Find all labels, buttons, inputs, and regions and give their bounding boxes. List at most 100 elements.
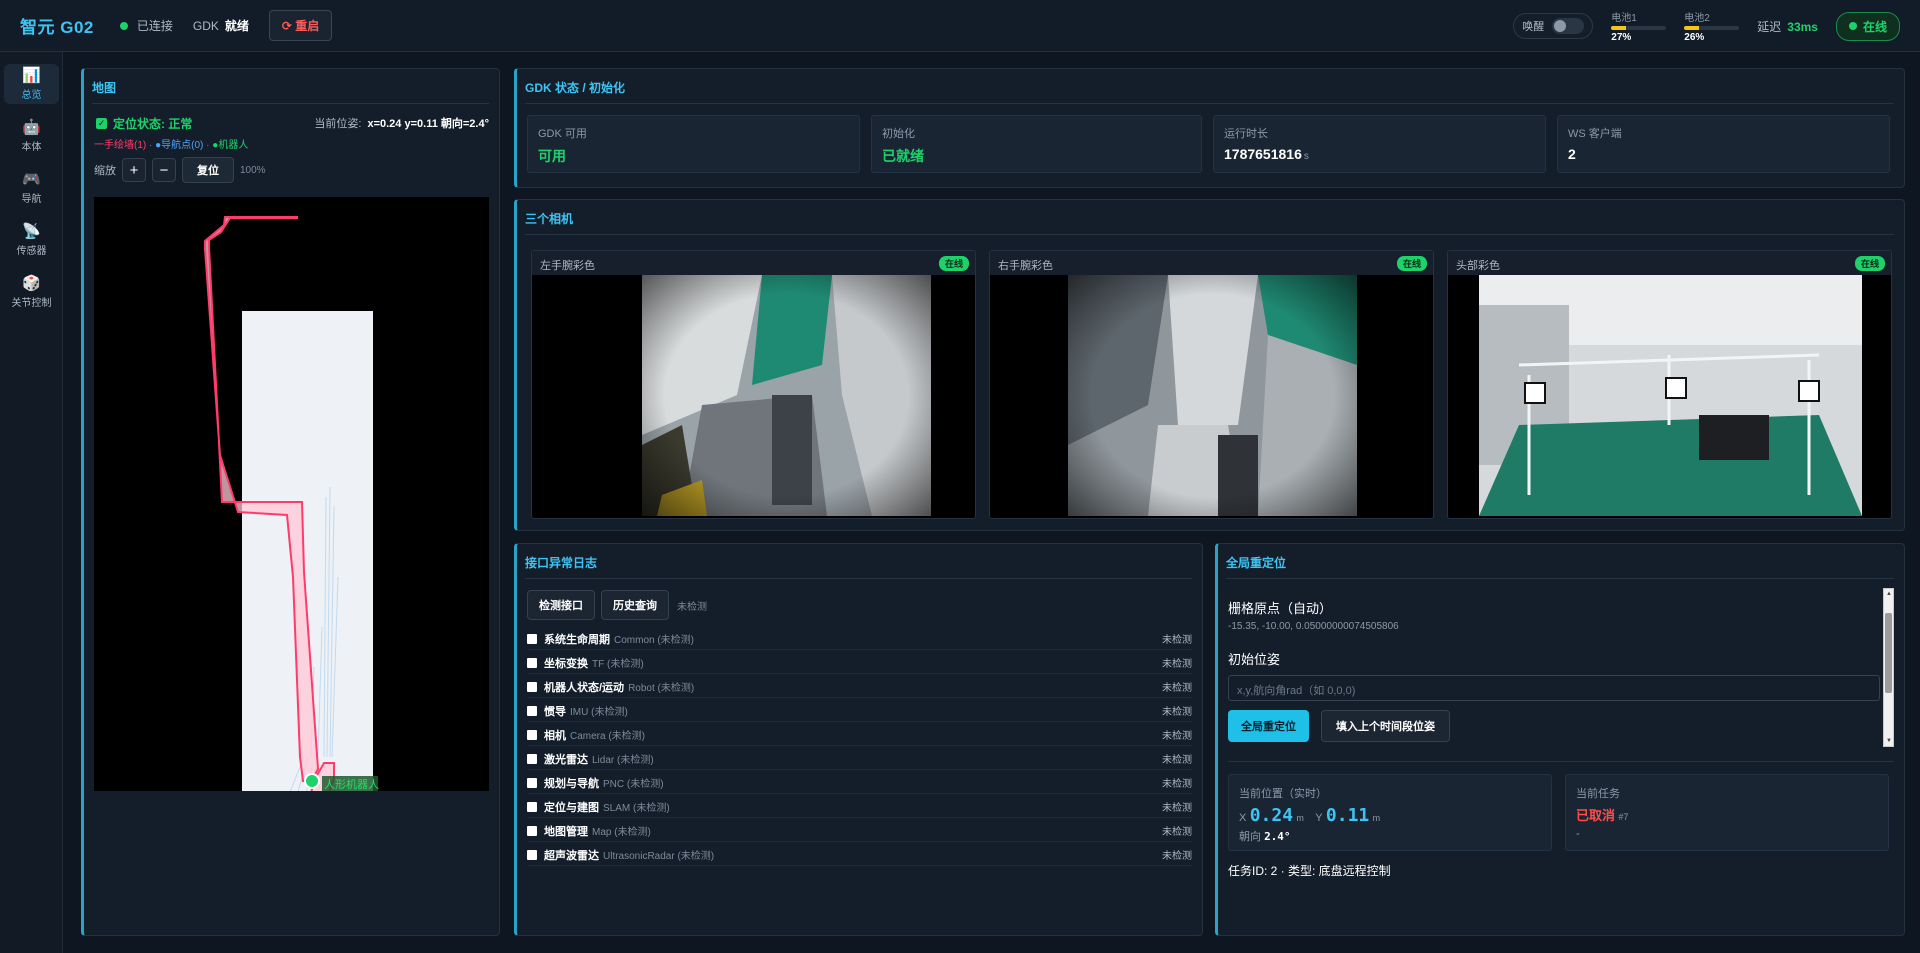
stat-ws-clients: WS 客户端 2: [1557, 115, 1890, 173]
camera-label: 左手腕彩色: [540, 260, 595, 272]
checkbox-icon[interactable]: [527, 825, 537, 836]
zoom-out-button[interactable]: −: [152, 158, 176, 182]
scroll-down-icon[interactable]: ▼: [1886, 738, 1892, 744]
localization-status-text: 定位状态: 正常: [113, 117, 193, 131]
current-task-card: 当前任务 已取消 #7 -: [1565, 774, 1889, 851]
stat-label: GDK 可用: [538, 128, 587, 140]
online-dot-icon: [1848, 22, 1857, 30]
log-row-name: 规划与导航: [544, 777, 599, 790]
uptime-value: 1787651816: [1224, 146, 1302, 162]
y-unit: m: [1372, 813, 1381, 823]
wake-toggle[interactable]: 唤醒: [1513, 13, 1594, 39]
map-canvas[interactable]: 人形机器人: [94, 197, 489, 791]
online-badge: 在线: [1835, 11, 1900, 41]
checkbox-icon[interactable]: [527, 729, 537, 740]
x-value: 0.24: [1249, 805, 1294, 826]
camera-right-wrist: 右手腕彩色 在线: [989, 250, 1434, 519]
legend-separator: ·: [146, 140, 156, 151]
log-row[interactable]: 坐标变换 TF (未检测) 未检测: [527, 652, 1192, 674]
sidebar-item-joint-control[interactable]: 🎲 关节控制: [4, 272, 59, 312]
checkbox-icon[interactable]: [527, 705, 537, 716]
log-row-status: 未检测: [1162, 683, 1192, 694]
toggle-switch-icon[interactable]: [1552, 18, 1585, 34]
log-panel-title: 接口异常日志: [525, 554, 1192, 579]
log-row[interactable]: 激光雷达 Lidar (未检测) 未检测: [527, 748, 1192, 770]
log-buttons: 检测接口 历史查询 未检测: [527, 590, 707, 620]
battery-1: 电池1 27%: [1611, 9, 1667, 43]
log-row[interactable]: 系统生命周期 Common (未检测) 未检测: [527, 628, 1192, 650]
latency-label: 延迟: [1757, 19, 1782, 34]
legend-nav-point: ●导航点(0): [155, 140, 204, 151]
battery-2-label: 电池2: [1684, 13, 1710, 24]
camera-status-badge: 在线: [938, 256, 969, 271]
global-relocalize-button[interactable]: 全局重定位: [1228, 710, 1309, 742]
scrollbar-thumb[interactable]: [1885, 613, 1892, 693]
checkbox-icon[interactable]: [527, 633, 537, 644]
log-row-detail: Common (未检测): [614, 635, 695, 646]
log-row[interactable]: 地图管理 Map (未检测) 未检测: [527, 820, 1192, 842]
scroll-up-icon[interactable]: ▲: [1886, 591, 1892, 597]
stat-value: 2: [1568, 146, 1576, 162]
camera-header: 头部彩色 在线: [1448, 251, 1891, 275]
localization-status: ✓ 定位状态: 正常: [96, 115, 192, 132]
checkbox-icon[interactable]: [527, 801, 537, 812]
sidebar-item-navigation[interactable]: 🎮 导航: [4, 168, 59, 208]
reloc-scroll-area[interactable]: 栅格原点（自动） -15.35, -10.00, 0.0500000007450…: [1228, 588, 1894, 747]
status-dot-icon: [119, 21, 128, 30]
latency-value: 33ms: [1787, 19, 1818, 34]
log-row[interactable]: 超声波雷达 UltrasonicRadar (未检测) 未检测: [527, 844, 1192, 866]
log-row[interactable]: 惯导 IMU (未检测) 未检测: [527, 700, 1192, 722]
log-row-name: 系统生命周期: [544, 633, 610, 646]
x-unit: m: [1296, 813, 1304, 823]
gdk-label: GDK: [192, 19, 219, 33]
camera-label: 头部彩色: [1456, 260, 1500, 272]
log-row[interactable]: 定位与建图 SLAM (未检测) 未检测: [527, 796, 1192, 818]
detect-interface-button[interactable]: 检测接口: [527, 590, 595, 620]
log-row-name: 相机: [544, 729, 566, 742]
camera-status-badge: 在线: [1854, 256, 1885, 271]
init-pose-label: 初始位姿: [1228, 652, 1281, 667]
divider: [1228, 761, 1894, 762]
log-row-name: 机器人状态/运动: [544, 681, 625, 694]
sidebar-item-label: 导航: [21, 193, 42, 205]
checkbox-icon[interactable]: [527, 753, 537, 764]
stat-label: WS 客户端: [1568, 128, 1622, 140]
stat-label: 初始化: [882, 128, 915, 140]
camera-header: 右手腕彩色 在线: [990, 251, 1433, 275]
stat-label: 运行时长: [1224, 128, 1268, 140]
checkbox-icon[interactable]: [527, 777, 537, 788]
log-row[interactable]: 规划与导航 PNC (未检测) 未检测: [527, 772, 1192, 794]
sidebar-item-sensors[interactable]: 📡 传感器: [4, 220, 59, 260]
stat-value: 已就绪: [882, 148, 924, 164]
scrollbar[interactable]: ▲ ▼: [1883, 588, 1894, 747]
init-pose-input[interactable]: x,y,航向角rad（如 0,0,0): [1228, 675, 1880, 701]
log-row-name: 定位与建图: [544, 801, 599, 814]
cameras-panel-title: 三个相机: [525, 210, 1894, 235]
camera-frame: [1068, 275, 1357, 516]
checkbox-icon[interactable]: [527, 681, 537, 692]
checkbox-icon[interactable]: [527, 657, 537, 668]
log-row-detail: Camera (未检测): [570, 731, 646, 742]
camera-head: 头部彩色 在线: [1447, 250, 1892, 519]
sidebar-item-overview[interactable]: 📊 总览: [4, 64, 59, 104]
battery-2-percent: 26%: [1684, 32, 1705, 43]
camera-status-badge: 在线: [1396, 256, 1427, 271]
fill-last-pose-button[interactable]: 填入上个时间段位姿: [1321, 710, 1450, 742]
restart-button[interactable]: ⟳ 重启: [268, 10, 333, 41]
map-panel: 地图 ✓ 定位状态: 正常 当前位姿: x=0.24 y=0.11 朝向=2.4° …: [81, 68, 500, 936]
latency: 延迟 33ms: [1757, 18, 1818, 35]
history-query-button[interactable]: 历史查询: [601, 590, 669, 620]
sidebar-item-body[interactable]: 🤖 本体: [4, 116, 59, 156]
checkbox-icon[interactable]: [527, 849, 537, 860]
log-row-detail: SLAM (未检测): [603, 803, 670, 814]
zoom-in-button[interactable]: +: [122, 158, 146, 182]
zoom-level: 100%: [240, 164, 266, 176]
zoom-label: 缩放: [94, 165, 116, 177]
camera-right-wrist-feed: [1068, 275, 1357, 516]
log-row[interactable]: 机器人状态/运动 Robot (未检测) 未检测: [527, 676, 1192, 698]
heading-value: 2.4°: [1264, 830, 1291, 843]
zoom-reset-button[interactable]: 复位: [182, 157, 234, 183]
log-row[interactable]: 相机 Camera (未检测) 未检测: [527, 724, 1192, 746]
current-position-values: X 0.24 m Y 0.11 m: [1239, 805, 1541, 826]
battery-2-fill: [1684, 26, 1699, 30]
